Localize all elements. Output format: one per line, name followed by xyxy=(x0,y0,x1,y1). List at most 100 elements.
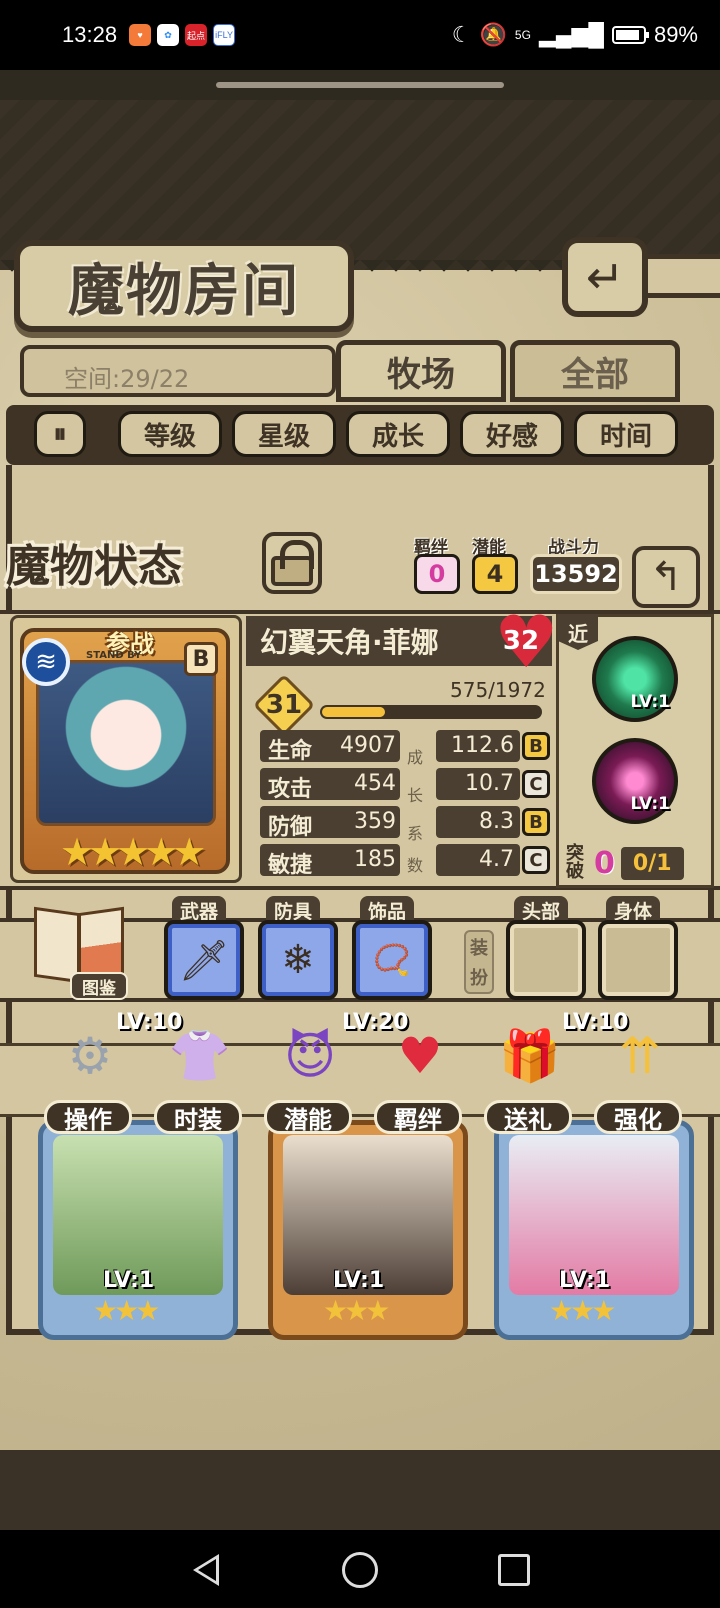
network-label: 5G xyxy=(514,28,531,42)
monster-stars: ★★★★★ xyxy=(60,830,206,874)
gift-icon: 🎁 xyxy=(498,1026,562,1085)
status-title: 魔物状态 xyxy=(6,541,182,592)
affection-value: 32 xyxy=(502,626,540,656)
moon-icon: ☾ xyxy=(451,22,472,47)
sort-toggle-button[interactable]: ⏸ xyxy=(34,411,86,457)
back-bar xyxy=(640,254,720,298)
stat-row-defense: 防御 359 8.3 B xyxy=(260,806,550,840)
monster-portrait xyxy=(36,660,216,826)
breakthrough-count: 0 xyxy=(594,845,615,881)
potential-button[interactable]: 😈 潜能 xyxy=(260,1020,360,1136)
enhance-button[interactable]: ⇈ 强化 xyxy=(590,1020,690,1136)
card-level: LV:1 xyxy=(333,1268,385,1293)
stat-growth: 4.7 xyxy=(436,844,520,876)
growth-caption-char: 成 xyxy=(407,748,424,767)
exp-bar xyxy=(320,705,542,719)
monster-card[interactable]: LV:1 ★★★ xyxy=(494,1120,694,1340)
action-label: 送礼 xyxy=(484,1100,572,1134)
gear-icon: ⚙ xyxy=(67,1027,113,1085)
page-title: 魔物房间 xyxy=(68,257,300,324)
growth-grade: B xyxy=(522,732,550,760)
bottom-background xyxy=(0,1450,720,1530)
rank-badge: B xyxy=(184,642,218,676)
bond-button[interactable]: ♥ 羁绊 xyxy=(370,1020,470,1136)
tree-skill-icon[interactable]: LV:1 xyxy=(592,636,678,722)
action-label: 潜能 xyxy=(264,1100,352,1134)
stat-value: 185 xyxy=(354,847,396,872)
sparkle-skill-icon[interactable]: LV:1 xyxy=(592,738,678,824)
back-button[interactable]: ↵ xyxy=(562,237,648,317)
power-value: 13592 xyxy=(530,554,622,594)
nav-recent-icon[interactable] xyxy=(490,1546,538,1594)
book-icon xyxy=(34,906,80,984)
growth-caption-char: 数 xyxy=(407,856,424,875)
breakthrough-box[interactable]: 突破 0 0/1 xyxy=(560,840,712,886)
filter-affection-button[interactable]: 好感 xyxy=(460,411,564,457)
growth-caption-char: 系 xyxy=(407,824,424,843)
hearts-icon: ♥ xyxy=(397,1027,443,1085)
mute-icon: 🔕 xyxy=(479,22,507,47)
operate-button[interactable]: ⚙ 操作 xyxy=(40,1020,140,1136)
filter-time-button[interactable]: 时间 xyxy=(574,411,678,457)
filter-star-button[interactable]: 星级 xyxy=(232,411,336,457)
lock-icon[interactable] xyxy=(262,532,322,594)
body-slot[interactable] xyxy=(598,920,678,1000)
card-stars: ★★★ xyxy=(323,1294,390,1327)
qidian-app-icon: 起点 xyxy=(185,24,208,46)
space-counter: 空间:29/22 xyxy=(20,345,336,397)
status-time: 13:28 xyxy=(62,22,118,47)
bond-value: 0 xyxy=(414,554,460,594)
gift-button[interactable]: 🎁 送礼 xyxy=(480,1020,580,1136)
potential-value: 4 xyxy=(472,554,518,594)
costume-button[interactable]: 👚 时装 xyxy=(150,1020,250,1136)
monster-card[interactable]: LV:1 ★★★ xyxy=(268,1120,468,1340)
demon-icon: 😈 xyxy=(283,1027,337,1085)
shield-app-icon: ♥ xyxy=(129,24,152,46)
head-slot[interactable] xyxy=(506,920,586,1000)
stat-value: 454 xyxy=(354,771,396,796)
status-bar: 13:28 ♥ ✿ 起点 iFLY ☾ 🔕 5G ▂▄▆█ 89% xyxy=(0,0,720,70)
filter-growth-button[interactable]: 成长 xyxy=(346,411,450,457)
growth-caption-char: 长 xyxy=(407,786,424,805)
drag-handle[interactable] xyxy=(216,82,504,88)
tab-farm[interactable]: 牧场 xyxy=(336,340,506,402)
stat-row-agility: 敏捷 185 4.7 C xyxy=(260,844,550,878)
growth-grade: C xyxy=(522,770,550,798)
stat-growth: 8.3 xyxy=(436,806,520,838)
page-title-plate: 魔物房间 xyxy=(14,240,354,332)
action-label: 羁绊 xyxy=(374,1100,462,1134)
nav-home-icon[interactable] xyxy=(336,1546,384,1594)
accessory-slot[interactable]: 📿 xyxy=(352,920,432,1000)
monster-card[interactable]: LV:1 ★★★ xyxy=(38,1120,238,1340)
water-element-icon: ≋ xyxy=(22,638,70,686)
level-value: 31 xyxy=(265,690,303,720)
growth-grade: C xyxy=(522,846,550,874)
stat-row-hp: 生命 4907 112.6 B xyxy=(260,730,550,764)
battery-percent: 89% xyxy=(653,22,698,47)
codex-button[interactable]: 图鉴 xyxy=(30,906,130,1000)
exp-text: 575/1972 xyxy=(450,678,546,702)
tab-all[interactable]: 全部 xyxy=(510,340,680,402)
up-arrows-icon: ⇈ xyxy=(619,1027,661,1085)
weapon-slot[interactable]: 🗡 xyxy=(164,920,244,1000)
necklace-icon: 📿 xyxy=(373,942,411,978)
card-level: LV:1 xyxy=(103,1268,155,1293)
close-status-button[interactable]: ↰ xyxy=(632,546,700,608)
nav-back-icon[interactable] xyxy=(182,1546,230,1594)
crystal-icon: ❄ xyxy=(281,937,315,983)
breakthrough-label: 突破 xyxy=(566,843,584,882)
armor-slot[interactable]: ❄ xyxy=(258,920,338,1000)
filter-level-button[interactable]: 等级 xyxy=(118,411,222,457)
stat-row-attack: 攻击 454 10.7 C xyxy=(260,768,550,802)
iflytek-app-icon: iFLY xyxy=(213,24,236,46)
action-label: 操作 xyxy=(44,1100,132,1134)
codex-label: 图鉴 xyxy=(70,972,128,1000)
pause-sort-icon: ⏸ xyxy=(53,418,67,449)
battery-icon xyxy=(611,26,649,44)
return-arrow-icon: ↰ xyxy=(649,554,683,600)
affection-heart-icon: 32 xyxy=(494,600,559,684)
action-label: 时装 xyxy=(154,1100,242,1134)
card-stars: ★★★ xyxy=(93,1294,160,1327)
growth-grade: B xyxy=(522,808,550,836)
return-arrow-icon: ↵ xyxy=(585,250,625,304)
